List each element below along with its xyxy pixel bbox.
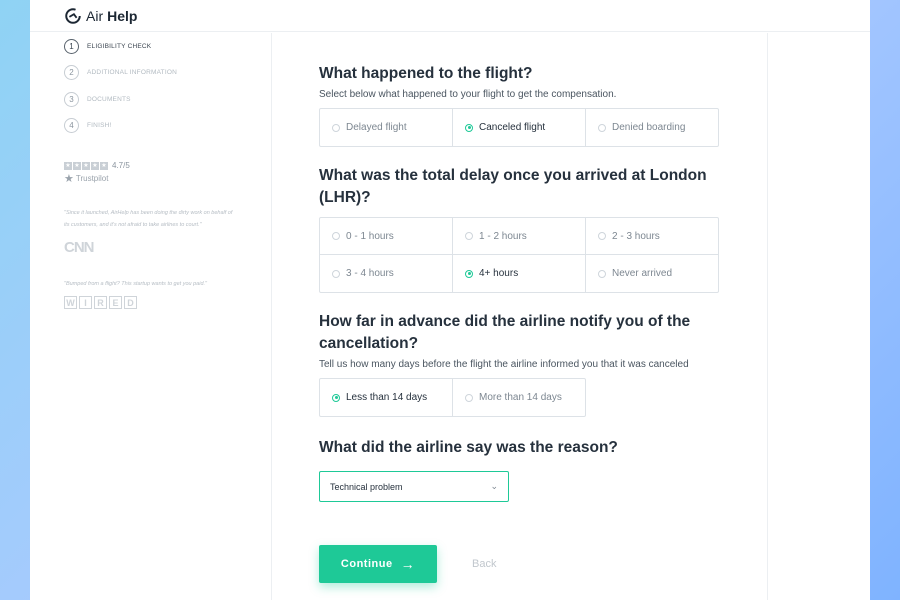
option-label: More than 14 days — [479, 392, 562, 403]
delay-options: 0 - 1 hours 1 - 2 hours 2 - 3 hours 3 - … — [319, 217, 719, 293]
radio-icon — [598, 232, 606, 240]
option-label: Delayed flight — [346, 122, 407, 133]
question-title: How far in advance did the airline notif… — [319, 313, 691, 352]
step-label: DOCUMENTS — [87, 95, 131, 103]
cnn-logo: CNN — [64, 239, 95, 256]
question-what-happened: What happened to the flight? Select belo… — [319, 63, 729, 147]
step-label: FINISH! — [87, 122, 112, 130]
star-icon: ★ — [73, 161, 81, 170]
reason-select[interactable]: Technical problem ⌄ — [319, 471, 509, 502]
step-additional-information: 2 ADDITIONAL INFORMATION — [64, 60, 271, 87]
rating-value: 4.7/5 — [112, 161, 130, 170]
radio-checked-icon — [465, 123, 473, 132]
question-notice: How far in advance did the airline notif… — [319, 311, 729, 417]
option-3-4-hours[interactable]: 3 - 4 hours — [320, 255, 453, 292]
right-divider — [767, 33, 768, 600]
radio-checked-icon — [332, 393, 340, 402]
airhelp-logo-icon — [65, 7, 81, 24]
trustpilot-star-icon: ★ — [64, 173, 74, 185]
reason-select-value: Technical problem — [330, 481, 403, 492]
radio-icon — [465, 393, 473, 402]
questionnaire: What happened to the flight? Select belo… — [319, 33, 729, 583]
trustpilot-text: Trustpilot — [75, 174, 109, 183]
step-label: ADDITIONAL INFORMATION — [87, 69, 177, 77]
radio-icon — [598, 123, 606, 132]
option-more-than-14-days[interactable]: More than 14 days — [453, 379, 586, 416]
option-label: Denied boarding — [612, 122, 686, 133]
radio-icon — [598, 269, 606, 278]
option-label: Never arrived — [612, 268, 673, 279]
question-title: What happened to the flight? — [319, 65, 533, 82]
radio-icon — [332, 123, 340, 132]
logo-prefix: Air — [86, 7, 104, 24]
airhelp-logo[interactable]: Air Help — [64, 7, 137, 25]
wired-letter: E — [109, 296, 122, 309]
radio-icon — [332, 232, 340, 240]
option-0-1-hours[interactable]: 0 - 1 hours — [320, 218, 453, 255]
wired-letter: D — [124, 296, 137, 309]
radio-icon — [465, 232, 473, 240]
back-button[interactable]: Back — [472, 558, 496, 570]
option-label: 4+ hours — [479, 268, 519, 279]
option-4-plus-hours[interactable]: 4+ hours — [453, 255, 586, 292]
step-number: 3 — [64, 91, 79, 107]
star-icon: ★ — [64, 161, 72, 170]
trustpilot-label: ★ Trustpilot — [64, 172, 271, 185]
question-subtitle: Select below what happened to your fligh… — [319, 89, 617, 100]
option-label: 2 - 3 hours — [612, 230, 660, 242]
radio-icon — [332, 269, 340, 278]
question-subtitle: Tell us how many days before the flight … — [319, 359, 689, 370]
step-number: 2 — [64, 65, 79, 81]
step-finish: 4 FINISH! — [64, 113, 271, 140]
step-documents: 3 DOCUMENTS — [64, 86, 271, 113]
sidebar: 1 ELIGIBILITY CHECK 2 ADDITIONAL INFORMA… — [30, 33, 272, 600]
logo-bold: Help — [107, 7, 138, 24]
progress-steps: 1 ELIGIBILITY CHECK 2 ADDITIONAL INFORMA… — [64, 33, 271, 139]
app-window: Air Help 1 ELIGIBILITY CHECK 2 ADDITIONAL… — [30, 0, 870, 600]
option-label: 3 - 4 hours — [346, 268, 394, 279]
wired-letter: W — [64, 296, 77, 309]
option-less-than-14-days[interactable]: Less than 14 days — [320, 379, 453, 416]
option-label: Less than 14 days — [346, 392, 428, 403]
arrow-right-icon: → — [400, 556, 416, 572]
rating-stars: ★ ★ ★ ★ ★ — [64, 161, 108, 170]
continue-label: Continue — [340, 558, 393, 570]
press-quote-wired: "Bumped from a flight? This startup want… — [64, 281, 208, 287]
radio-checked-icon — [465, 269, 473, 278]
star-icon: ★ — [82, 161, 90, 170]
option-2-3-hours[interactable]: 2 - 3 hours — [586, 218, 719, 255]
trustpilot-rating: ★ ★ ★ ★ ★ 4.7/5 — [64, 161, 271, 170]
step-number: 4 — [64, 118, 79, 134]
option-label: 0 - 1 hours — [346, 230, 394, 242]
question-title: What was the total delay once you arrive… — [319, 167, 707, 206]
star-icon: ★ — [91, 161, 99, 170]
option-label: Canceled flight — [479, 122, 546, 133]
notice-options: Less than 14 days More than 14 days — [319, 378, 586, 417]
press-quote-cnn: "Since it launched, AirHelp has been doi… — [64, 210, 233, 228]
option-never-arrived[interactable]: Never arrived — [586, 255, 719, 292]
step-number: 1 — [64, 38, 79, 54]
option-delayed-flight[interactable]: Delayed flight — [320, 109, 453, 146]
step-label: ELIGIBILITY CHECK — [87, 42, 152, 50]
wired-letter: I — [79, 296, 92, 309]
form-actions: Continue → Back — [319, 545, 729, 583]
option-denied-boarding[interactable]: Denied boarding — [586, 109, 719, 146]
question-title: What did the airline say was the reason? — [319, 439, 618, 456]
wired-logo: W I R E D — [64, 296, 271, 309]
question-total-delay: What was the total delay once you arrive… — [319, 165, 729, 293]
option-canceled-flight[interactable]: Canceled flight — [453, 109, 586, 146]
flight-status-options: Delayed flight Canceled flight Denied bo… — [319, 108, 719, 147]
top-bar: Air Help — [30, 0, 870, 32]
step-eligibility-check: 1 ELIGIBILITY CHECK — [64, 33, 271, 60]
continue-button[interactable]: Continue → — [319, 545, 437, 583]
option-label: 1 - 2 hours — [479, 230, 527, 242]
question-reason: What did the airline say was the reason?… — [319, 437, 729, 502]
chevron-down-icon: ⌄ — [490, 481, 498, 491]
wired-letter: R — [94, 296, 107, 309]
star-icon: ★ — [100, 161, 108, 170]
option-1-2-hours[interactable]: 1 - 2 hours — [453, 218, 586, 255]
